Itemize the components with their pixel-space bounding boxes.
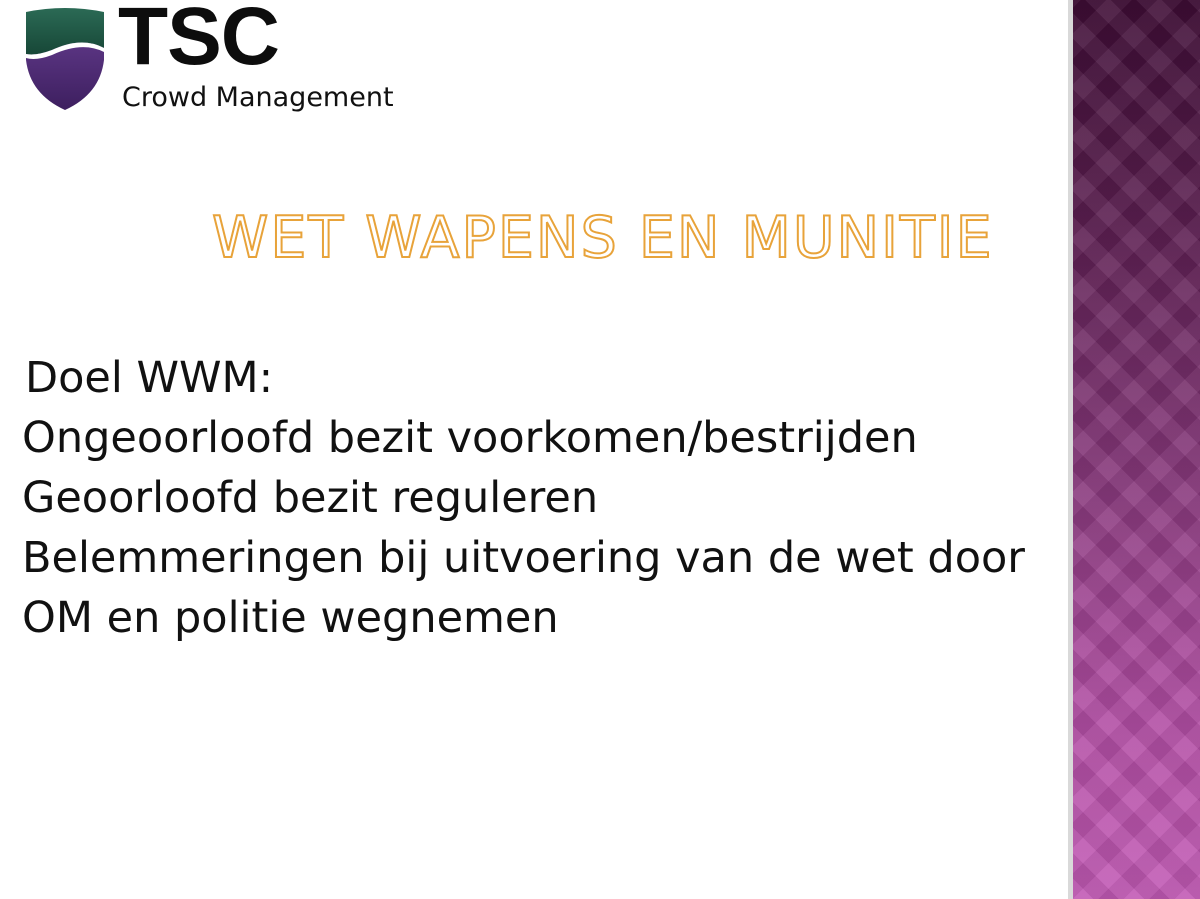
body-line: Belemmeringen bij uitvoering van de wet … (22, 533, 1025, 583)
logo-wordmark: TSC (118, 0, 280, 82)
body-line: Geoorloofd bezit reguleren (22, 473, 599, 523)
body-line: OM en politie wegnemen (22, 593, 559, 643)
logo-subtitle: Crowd Management (122, 82, 394, 113)
body-heading: Doel WWM: (25, 353, 274, 403)
decorative-side-panel (1068, 0, 1200, 899)
slide: TSC Crowd Management WET WAPENS EN MUNIT… (0, 0, 1200, 899)
shield-logo-icon (26, 8, 104, 110)
slide-title: WET WAPENS EN MUNITIE (211, 205, 994, 271)
company-logo: TSC Crowd Management (22, 0, 412, 120)
body-line: Ongeoorloofd bezit voorkomen/bestrijden (22, 413, 918, 463)
slide-body: Doel WWM: Ongeoorloofd bezit voorkomen/b… (22, 348, 1052, 648)
